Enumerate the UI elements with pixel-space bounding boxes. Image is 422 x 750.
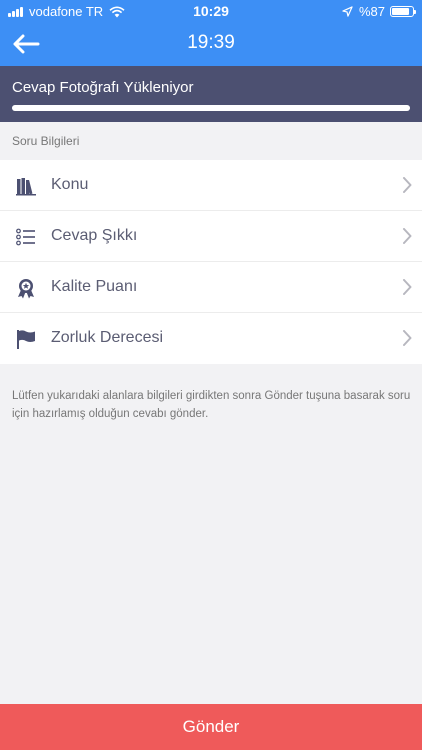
row-zorluk-derecesi[interactable]: Zorluk Derecesi [0, 313, 422, 364]
chevron-right-icon [403, 177, 412, 193]
location-arrow-icon [342, 6, 353, 17]
top-bar: vodafone TR 10:29 %87 19:39 [0, 0, 422, 66]
row-label: Konu [51, 176, 89, 193]
status-bar: vodafone TR 10:29 %87 [0, 0, 422, 22]
upload-progress-bar [12, 105, 410, 111]
award-icon [18, 279, 34, 299]
chevron-right-icon [403, 279, 412, 295]
upload-progress-fill [12, 105, 410, 111]
flag-icon [17, 330, 35, 349]
upload-banner: Cevap Fotoğrafı Yükleniyor [0, 66, 422, 122]
section-header: Soru Bilgileri [12, 134, 80, 148]
row-kalite-puani[interactable]: Kalite Puanı [0, 262, 422, 313]
battery-icon [390, 6, 416, 17]
timer-title: 19:39 [187, 32, 235, 53]
chevron-right-icon [403, 330, 412, 346]
books-icon [16, 178, 36, 196]
row-cevap-sikki[interactable]: Cevap Şıkkı [0, 211, 422, 262]
battery-percent: %87 [358, 4, 385, 19]
help-text: Lütfen yukarıdaki alanlara bilgileri gir… [12, 390, 411, 420]
question-info-list: Konu Cevap Şıkkı Kalite Puanı Zorluk Der… [0, 160, 422, 364]
navigation-bar: 19:39 [0, 22, 422, 66]
list-icon [16, 228, 35, 246]
chevron-right-icon [403, 228, 412, 244]
send-button[interactable]: Gönder [0, 704, 422, 750]
row-label: Zorluk Derecesi [51, 329, 164, 346]
row-konu[interactable]: Konu [0, 160, 422, 211]
row-label: Cevap Şıkkı [51, 227, 138, 244]
row-label: Kalite Puanı [51, 278, 138, 295]
upload-status-label: Cevap Fotoğrafı Yükleniyor [12, 79, 194, 96]
